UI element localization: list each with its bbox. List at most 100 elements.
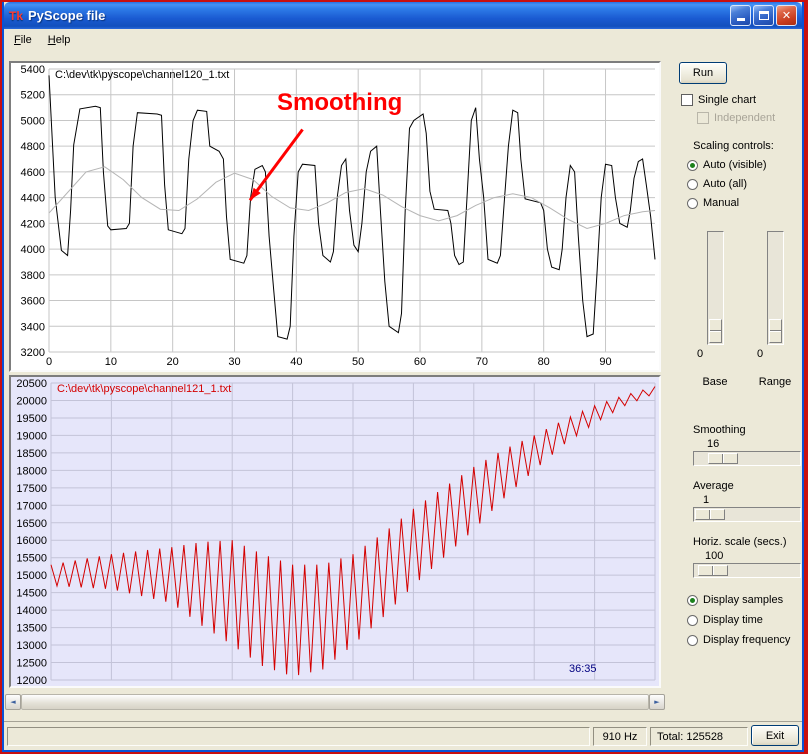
top-chart: 0 10 20 30 40 50 60 70 80 90 3200 3400 3600 3800 4000 4… xyxy=(9,61,661,372)
radio-label: Display time xyxy=(703,614,763,626)
svg-text:4000: 4000 xyxy=(21,244,45,256)
svg-text:4200: 4200 xyxy=(21,218,45,230)
base-slider-thumb[interactable] xyxy=(708,319,722,343)
range-slider-thumb[interactable] xyxy=(768,319,782,343)
base-slider[interactable] xyxy=(706,231,724,345)
average-value: 1 xyxy=(703,494,710,506)
svg-text:3800: 3800 xyxy=(21,270,45,282)
bottom-chart-canvas: 12000 12500 13000 13500 14000 14500 15000 15500… xyxy=(11,377,659,687)
top-chart-canvas: 0 10 20 30 40 50 60 70 80 90 3200 3400 3600 3800 4000 4… xyxy=(11,63,659,370)
scroll-left-button[interactable]: ◄ xyxy=(5,694,21,710)
svg-text:17500: 17500 xyxy=(16,483,47,495)
svg-text:10: 10 xyxy=(105,356,117,368)
average-slider-thumb[interactable] xyxy=(695,509,725,520)
horiz-scale-slider[interactable] xyxy=(693,563,801,578)
radio-display-time[interactable]: Display time xyxy=(687,614,802,626)
horiz-scale-slider-thumb[interactable] xyxy=(698,565,728,576)
svg-text:17000: 17000 xyxy=(16,500,47,512)
base-slider-group: 0 Base xyxy=(695,231,735,388)
radio-icon[interactable] xyxy=(687,178,698,190)
svg-text:16000: 16000 xyxy=(16,535,47,547)
control-panel: Run Single chart Independent Scaling con… xyxy=(665,54,802,714)
smoothing-slider-thumb[interactable] xyxy=(708,453,738,464)
svg-text:19500: 19500 xyxy=(16,413,47,425)
minimize-icon xyxy=(736,18,745,21)
radio-icon[interactable] xyxy=(687,634,698,646)
svg-text:4600: 4600 xyxy=(21,167,45,179)
titlebar[interactable]: Tk PyScope file ✕ xyxy=(4,2,802,29)
radio-icon[interactable] xyxy=(687,594,698,606)
svg-text:20: 20 xyxy=(167,356,179,368)
maximize-button[interactable] xyxy=(753,5,774,26)
svg-text:C:\dev\tk\pyscope\channel121_1: C:\dev\tk\pyscope\channel121_1.txt xyxy=(57,383,231,395)
radio-auto-visible[interactable]: Auto (visible) xyxy=(687,159,802,171)
svg-text:13500: 13500 xyxy=(16,623,47,635)
svg-text:15000: 15000 xyxy=(16,570,47,582)
svg-text:13000: 13000 xyxy=(16,640,47,652)
radio-label: Auto (all) xyxy=(703,178,748,190)
radio-auto-all[interactable]: Auto (all) xyxy=(687,178,802,190)
svg-text:18000: 18000 xyxy=(16,465,47,477)
svg-text:30: 30 xyxy=(228,356,240,368)
pyscope-window: Tk PyScope file ✕ File Help 0 10 20 30 40 50 60… xyxy=(2,2,804,752)
svg-text:80: 80 xyxy=(538,356,550,368)
window-title: PyScope file xyxy=(28,8,106,23)
svg-text:14500: 14500 xyxy=(16,588,47,600)
radio-display-samples[interactable]: Display samples xyxy=(687,594,802,606)
radio-label: Display samples xyxy=(703,594,784,606)
single-chart-checkbox[interactable]: Single chart xyxy=(681,94,802,106)
smoothing-control: Smoothing 16 xyxy=(693,424,802,466)
svg-text:3400: 3400 xyxy=(21,321,45,333)
run-button[interactable]: Run xyxy=(679,62,727,84)
smoothing-slider[interactable] xyxy=(693,451,801,466)
radio-label: Auto (visible) xyxy=(703,159,767,171)
svg-text:15500: 15500 xyxy=(16,553,47,565)
svg-text:60: 60 xyxy=(414,356,426,368)
svg-text:18500: 18500 xyxy=(16,448,47,460)
titlebar-buttons: ✕ xyxy=(730,5,797,26)
menu-file[interactable]: File xyxy=(6,31,40,49)
status-total: Total: 125528 xyxy=(650,727,748,746)
maximize-icon xyxy=(758,11,769,20)
base-value: 0 xyxy=(697,348,704,360)
radio-icon[interactable] xyxy=(687,614,698,626)
svg-text:3200: 3200 xyxy=(21,347,45,359)
close-button[interactable]: ✕ xyxy=(776,5,797,26)
minimize-button[interactable] xyxy=(730,5,751,26)
menu-bar: File Help xyxy=(4,29,802,50)
independent-label: Independent xyxy=(714,112,776,124)
svg-text:5400: 5400 xyxy=(21,64,45,76)
radio-display-frequency[interactable]: Display frequency xyxy=(687,634,802,646)
svg-text:0: 0 xyxy=(46,356,52,368)
svg-text:C:\dev\tk\pyscope\channel120_1: C:\dev\tk\pyscope\channel120_1.txt xyxy=(55,69,229,81)
svg-text:4400: 4400 xyxy=(21,193,45,205)
scaling-controls-label: Scaling controls: xyxy=(693,140,774,152)
menu-help[interactable]: Help xyxy=(40,31,79,49)
horiz-scale-control: Horiz. scale (secs.) 100 xyxy=(693,536,802,578)
svg-text:20500: 20500 xyxy=(16,378,47,390)
average-slider[interactable] xyxy=(693,507,801,522)
svg-text:5200: 5200 xyxy=(21,90,45,102)
radio-label: Display frequency xyxy=(703,634,791,646)
scrollbar-track[interactable] xyxy=(21,694,649,710)
horiz-scale-value: 100 xyxy=(705,550,724,562)
checkbox-icon xyxy=(697,112,709,124)
svg-text:12000: 12000 xyxy=(16,675,47,686)
base-range-sliders: 0 Base 0 Range xyxy=(695,231,802,388)
radio-icon[interactable] xyxy=(687,197,698,209)
single-chart-label: Single chart xyxy=(698,94,757,106)
checkbox-icon[interactable] xyxy=(681,94,693,106)
bottom-chart: 12000 12500 13000 13500 14000 14500 15000 15500… xyxy=(9,375,661,688)
range-slider[interactable] xyxy=(766,231,784,345)
exit-button[interactable]: Exit xyxy=(751,725,799,746)
status-bar: 910 Hz Total: 125528 Exit xyxy=(4,721,802,750)
smoothing-label: Smoothing xyxy=(693,424,746,436)
svg-text:16500: 16500 xyxy=(16,518,47,530)
radio-icon[interactable] xyxy=(687,159,698,171)
main-area: 0 10 20 30 40 50 60 70 80 90 3200 3400 3600 3800 4000 4… xyxy=(4,50,802,721)
scrollbar-thumb[interactable] xyxy=(21,694,649,710)
horizontal-scrollbar[interactable]: ◄ ► xyxy=(5,694,665,710)
range-label: Range xyxy=(758,376,792,388)
scroll-right-button[interactable]: ► xyxy=(649,694,665,710)
radio-manual[interactable]: Manual xyxy=(687,197,802,209)
